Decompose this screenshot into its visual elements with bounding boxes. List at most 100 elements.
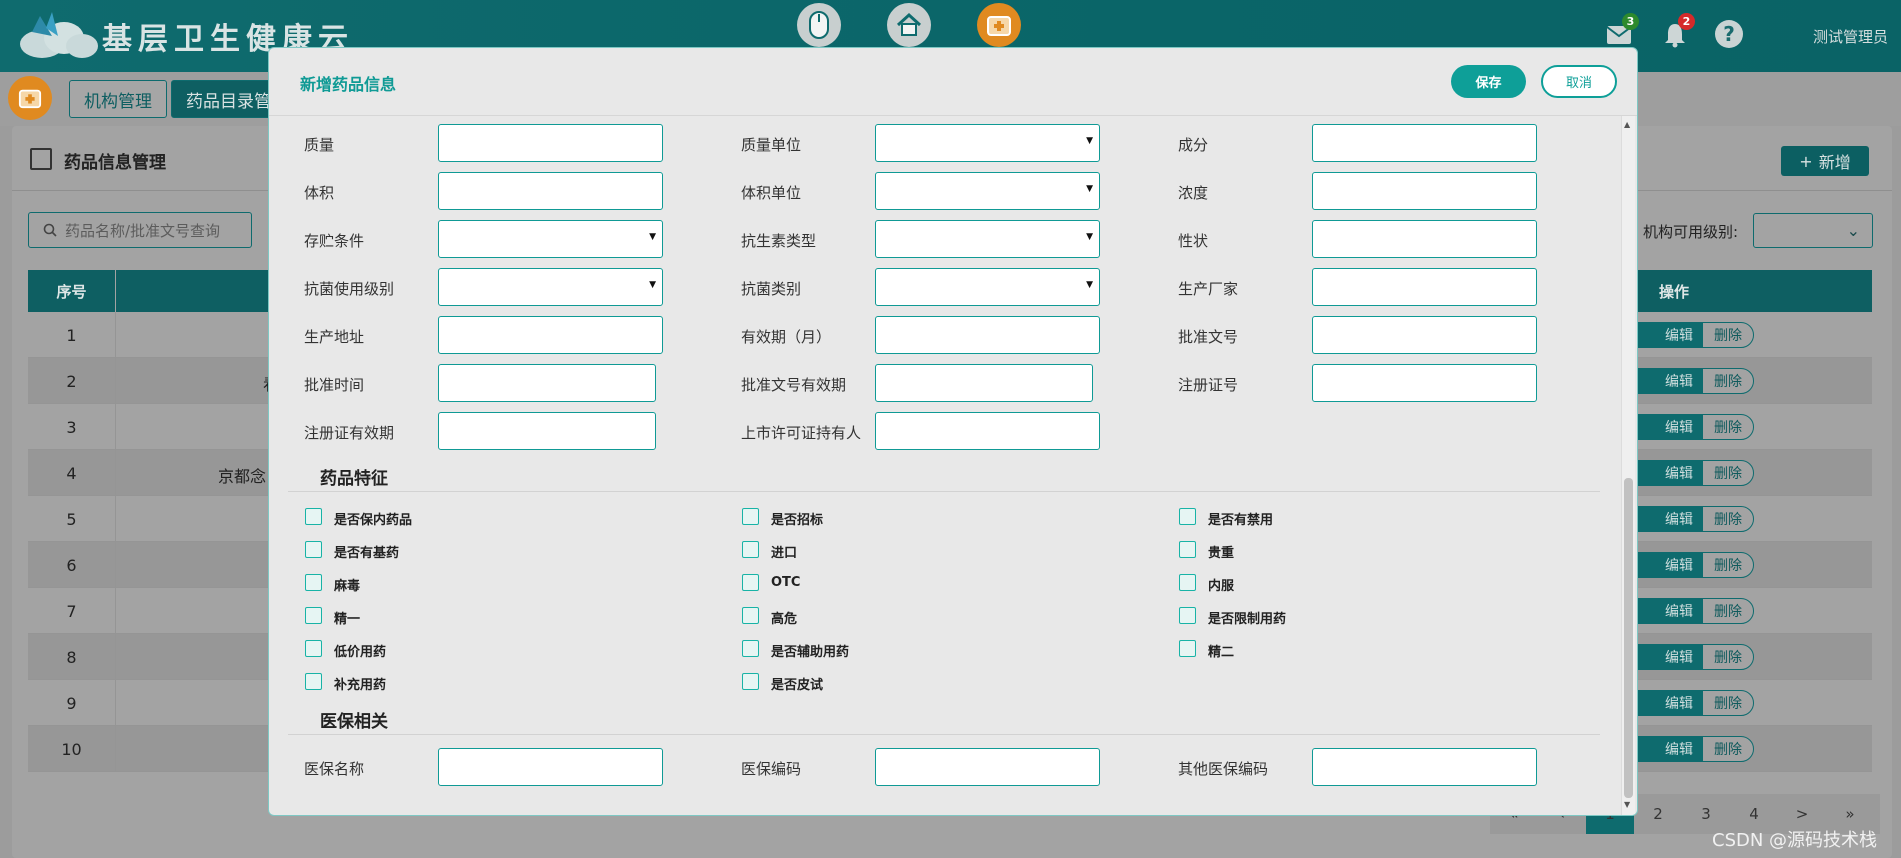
ingredient-label: 成分 bbox=[1178, 136, 1209, 154]
user-name[interactable]: 测试管理员 bbox=[1813, 26, 1888, 47]
medical-shortcut-button[interactable] bbox=[977, 3, 1021, 47]
appearance-input[interactable] bbox=[1312, 220, 1537, 258]
mouse-shortcut-button[interactable] bbox=[797, 3, 841, 47]
delete-button[interactable]: 删除 bbox=[1702, 506, 1754, 532]
level-filter-label: 机构可用级别: bbox=[1643, 223, 1739, 241]
checkbox-label: OTC bbox=[771, 575, 801, 590]
volume-unit-select[interactable]: ▼ bbox=[875, 172, 1100, 210]
mail-count-badge: 3 bbox=[1622, 13, 1639, 30]
approval-number-input[interactable] bbox=[1312, 316, 1537, 354]
caret-down-icon: ▼ bbox=[649, 232, 656, 242]
checkbox-auxiliary[interactable] bbox=[742, 640, 759, 657]
chevron-down-icon: ⌄ bbox=[1846, 221, 1860, 240]
checkbox-label: 进口 bbox=[771, 546, 798, 561]
checkbox-precious[interactable] bbox=[1179, 541, 1196, 558]
checkbox-bidding[interactable] bbox=[742, 508, 759, 525]
manufacturer-label: 生产厂家 bbox=[1178, 280, 1239, 298]
divider bbox=[288, 734, 1600, 735]
cancel-button[interactable]: 取消 bbox=[1541, 65, 1617, 98]
approval-validity-date-picker[interactable] bbox=[875, 364, 1093, 402]
checkbox-narcotic-poison[interactable] bbox=[305, 574, 322, 591]
level-filter-select[interactable]: ⌄ bbox=[1753, 213, 1873, 248]
add-drug-button[interactable]: + 新增 bbox=[1781, 146, 1869, 176]
quality-unit-select[interactable]: ▼ bbox=[875, 124, 1100, 162]
delete-button[interactable]: 删除 bbox=[1702, 368, 1754, 394]
checkbox-oral[interactable] bbox=[1179, 574, 1196, 591]
checkbox-restricted[interactable] bbox=[1179, 607, 1196, 624]
antibiotic-type-select[interactable]: ▼ bbox=[875, 220, 1100, 258]
checkbox-insured-drug[interactable] bbox=[305, 508, 322, 525]
help-icon[interactable]: ? bbox=[1715, 20, 1743, 48]
delete-button[interactable]: 删除 bbox=[1702, 598, 1754, 624]
antibacterial-category-select[interactable]: ▼ bbox=[875, 268, 1100, 306]
checkbox-imported[interactable] bbox=[742, 541, 759, 558]
delete-button[interactable]: 删除 bbox=[1702, 644, 1754, 670]
insurance-code-input[interactable] bbox=[875, 748, 1100, 786]
nav-home-button[interactable] bbox=[8, 76, 52, 120]
search-input[interactable]: 药品名称/批准文号查询 bbox=[28, 212, 252, 248]
search-placeholder: 药品名称/批准文号查询 bbox=[65, 221, 221, 240]
checkbox-label: 是否有基药 bbox=[334, 546, 400, 561]
registration-validity-date-picker[interactable] bbox=[438, 412, 656, 450]
row-number: 3 bbox=[28, 404, 116, 450]
tab-institution-management[interactable]: 机构管理 bbox=[69, 80, 167, 118]
add-drug-dialog: 新增药品信息 保存 取消 质量 质量单位 ▼ 成分 体积 体积单位 ▼ 浓度 存… bbox=[268, 47, 1638, 816]
caret-down-icon: ▼ bbox=[649, 280, 656, 290]
checkbox-psychotropic-2[interactable] bbox=[1179, 640, 1196, 657]
checkbox-low-price[interactable] bbox=[305, 640, 322, 657]
checkbox-supplementary[interactable] bbox=[305, 673, 322, 690]
storage-select[interactable]: ▼ bbox=[438, 220, 663, 258]
checkbox-prohibited[interactable] bbox=[1179, 508, 1196, 525]
delete-button[interactable]: 删除 bbox=[1702, 414, 1754, 440]
notification-count-badge: 2 bbox=[1678, 13, 1695, 30]
scroll-up-icon[interactable]: ▲ bbox=[1624, 120, 1630, 129]
delete-button[interactable]: 删除 bbox=[1702, 460, 1754, 486]
ingredient-input[interactable] bbox=[1312, 124, 1537, 162]
license-holder-input[interactable] bbox=[875, 412, 1100, 450]
add-label: 新增 bbox=[1818, 153, 1851, 172]
delete-button[interactable]: 删除 bbox=[1702, 690, 1754, 716]
checkbox-essential-drug[interactable] bbox=[305, 541, 322, 558]
quality-label: 质量 bbox=[304, 136, 335, 154]
antibacterial-level-select[interactable]: ▼ bbox=[438, 268, 663, 306]
checkbox-label: 低价用药 bbox=[334, 645, 387, 660]
approval-time-date-picker[interactable] bbox=[438, 364, 656, 402]
checkbox-label: 内服 bbox=[1208, 579, 1235, 594]
checkbox-label: 是否辅助用药 bbox=[771, 645, 850, 660]
delete-button[interactable]: 删除 bbox=[1702, 552, 1754, 578]
mail-button[interactable]: 3 bbox=[1604, 13, 1639, 50]
notification-button[interactable]: 2 bbox=[1660, 13, 1695, 50]
home-icon bbox=[896, 12, 922, 36]
checkbox-psychotropic-1[interactable] bbox=[305, 607, 322, 624]
checkbox-label: 贵重 bbox=[1208, 546, 1235, 561]
concentration-input[interactable] bbox=[1312, 172, 1537, 210]
approval-validity-label: 批准文号有效期 bbox=[741, 376, 847, 394]
registration-number-input[interactable] bbox=[1312, 364, 1537, 402]
manufacturer-input[interactable] bbox=[1312, 268, 1537, 306]
watermark: CSDN @源码技术栈 bbox=[1712, 830, 1878, 851]
checkbox-label: 麻毒 bbox=[334, 579, 361, 594]
divider bbox=[288, 491, 1600, 492]
storage-label: 存贮条件 bbox=[304, 232, 365, 250]
page-2[interactable]: 2 bbox=[1634, 794, 1682, 834]
volume-input[interactable] bbox=[438, 172, 663, 210]
registration-validity-label: 注册证有效期 bbox=[304, 424, 395, 442]
checkbox-skin-test[interactable] bbox=[742, 673, 759, 690]
checkbox-label: 补充用药 bbox=[334, 678, 387, 693]
scrollbar-thumb[interactable] bbox=[1624, 478, 1633, 798]
other-insurance-code-label: 其他医保编码 bbox=[1178, 760, 1269, 778]
scroll-down-icon[interactable]: ▼ bbox=[1624, 800, 1630, 809]
checkbox-high-risk[interactable] bbox=[742, 607, 759, 624]
insurance-name-input[interactable] bbox=[438, 748, 663, 786]
checkbox-otc[interactable] bbox=[742, 574, 759, 591]
checkbox-label: 是否保内药品 bbox=[334, 513, 413, 528]
validity-input[interactable] bbox=[875, 316, 1100, 354]
delete-button[interactable]: 删除 bbox=[1702, 736, 1754, 762]
production-address-input[interactable] bbox=[438, 316, 663, 354]
quality-input[interactable] bbox=[438, 124, 663, 162]
home-shortcut-button[interactable] bbox=[887, 3, 931, 47]
column-header-seq: 序号 bbox=[28, 270, 116, 312]
delete-button[interactable]: 删除 bbox=[1702, 322, 1754, 348]
save-button[interactable]: 保存 bbox=[1451, 65, 1526, 98]
other-insurance-code-input[interactable] bbox=[1312, 748, 1537, 786]
